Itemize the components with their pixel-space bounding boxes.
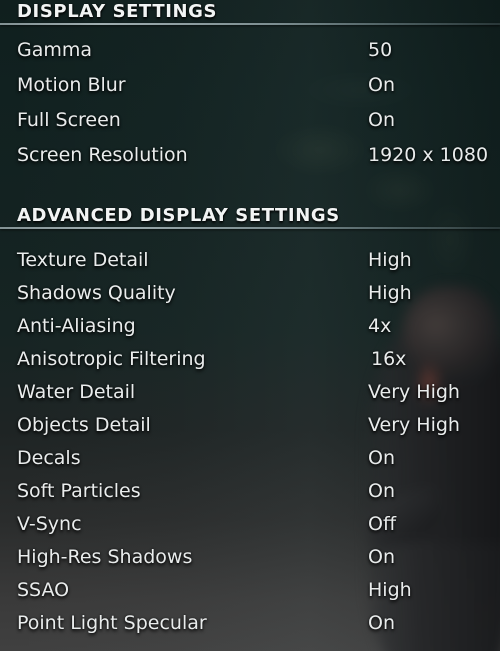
setting-value-water-detail[interactable]: Very High: [368, 376, 460, 409]
setting-label-v-sync: V-Sync: [17, 513, 82, 535]
setting-row-gamma[interactable]: Gamma 50: [0, 33, 500, 68]
section-header-display-settings: DISPLAY SETTINGS: [0, 1, 500, 25]
settings-list-advanced: Texture Detail High Shadows Quality High…: [0, 244, 500, 640]
setting-label-gamma: Gamma: [17, 39, 93, 61]
setting-label-anisotropic-filtering: Anisotropic Filtering: [17, 348, 206, 370]
setting-row-decals[interactable]: Decals On: [0, 442, 500, 475]
setting-row-full-screen[interactable]: Full Screen On: [0, 103, 500, 138]
setting-value-shadows-quality[interactable]: High: [368, 277, 412, 310]
section-title-advanced-display-settings: ADVANCED DISPLAY SETTINGS: [17, 205, 340, 226]
section-divider-advanced-display-settings: [0, 227, 500, 229]
setting-label-high-res-shadows: High-Res Shadows: [17, 546, 193, 568]
setting-value-gamma[interactable]: 50: [368, 33, 392, 68]
setting-row-texture-detail[interactable]: Texture Detail High: [0, 244, 500, 277]
setting-value-screen-resolution[interactable]: 1920 x 1080: [368, 138, 488, 173]
settings-panel: DISPLAY SETTINGS Gamma 50 Motion Blur On…: [0, 0, 500, 651]
setting-label-screen-resolution: Screen Resolution: [17, 144, 188, 166]
setting-value-soft-particles[interactable]: On: [368, 475, 395, 508]
section-divider-display-settings: [0, 23, 500, 25]
setting-label-water-detail: Water Detail: [17, 381, 136, 403]
section-header-advanced-display-settings: ADVANCED DISPLAY SETTINGS: [0, 205, 500, 229]
setting-label-soft-particles: Soft Particles: [17, 480, 141, 502]
setting-value-high-res-shadows[interactable]: On: [368, 541, 395, 574]
setting-row-v-sync[interactable]: V-Sync Off: [0, 508, 500, 541]
setting-label-decals: Decals: [17, 447, 81, 469]
setting-row-motion-blur[interactable]: Motion Blur On: [0, 68, 500, 103]
settings-screen: DISPLAY SETTINGS Gamma 50 Motion Blur On…: [0, 0, 500, 651]
setting-row-shadows-quality[interactable]: Shadows Quality High: [0, 277, 500, 310]
setting-label-ssao: SSAO: [17, 579, 70, 601]
setting-value-anti-aliasing[interactable]: 4x: [368, 310, 391, 343]
setting-label-shadows-quality: Shadows Quality: [17, 282, 176, 304]
setting-row-point-light-specular[interactable]: Point Light Specular On: [0, 607, 500, 640]
setting-row-anti-aliasing[interactable]: Anti-Aliasing 4x: [0, 310, 500, 343]
setting-label-texture-detail: Texture Detail: [17, 249, 149, 271]
setting-value-anisotropic-filtering[interactable]: 16x: [371, 343, 406, 376]
setting-label-point-light-specular: Point Light Specular: [17, 612, 207, 634]
section-title-display-settings: DISPLAY SETTINGS: [17, 1, 218, 22]
setting-value-decals[interactable]: On: [368, 442, 395, 475]
setting-value-texture-detail[interactable]: High: [368, 244, 412, 277]
setting-row-water-detail[interactable]: Water Detail Very High: [0, 376, 500, 409]
setting-row-anisotropic-filtering[interactable]: Anisotropic Filtering 16x: [0, 343, 500, 376]
setting-value-full-screen[interactable]: On: [368, 103, 395, 138]
setting-value-v-sync[interactable]: Off: [368, 508, 396, 541]
setting-label-full-screen: Full Screen: [17, 109, 121, 131]
setting-value-point-light-specular[interactable]: On: [368, 607, 395, 640]
setting-value-ssao[interactable]: High: [368, 574, 412, 607]
setting-label-anti-aliasing: Anti-Aliasing: [17, 315, 136, 337]
setting-value-objects-detail[interactable]: Very High: [368, 409, 460, 442]
settings-list-display: Gamma 50 Motion Blur On Full Screen On S…: [0, 33, 500, 173]
setting-row-soft-particles[interactable]: Soft Particles On: [0, 475, 500, 508]
setting-label-motion-blur: Motion Blur: [17, 74, 126, 96]
setting-row-high-res-shadows[interactable]: High-Res Shadows On: [0, 541, 500, 574]
setting-row-objects-detail[interactable]: Objects Detail Very High: [0, 409, 500, 442]
setting-row-screen-resolution[interactable]: Screen Resolution 1920 x 1080: [0, 138, 500, 173]
setting-row-ssao[interactable]: SSAO High: [0, 574, 500, 607]
setting-label-objects-detail: Objects Detail: [17, 414, 151, 436]
setting-value-motion-blur[interactable]: On: [368, 68, 395, 103]
